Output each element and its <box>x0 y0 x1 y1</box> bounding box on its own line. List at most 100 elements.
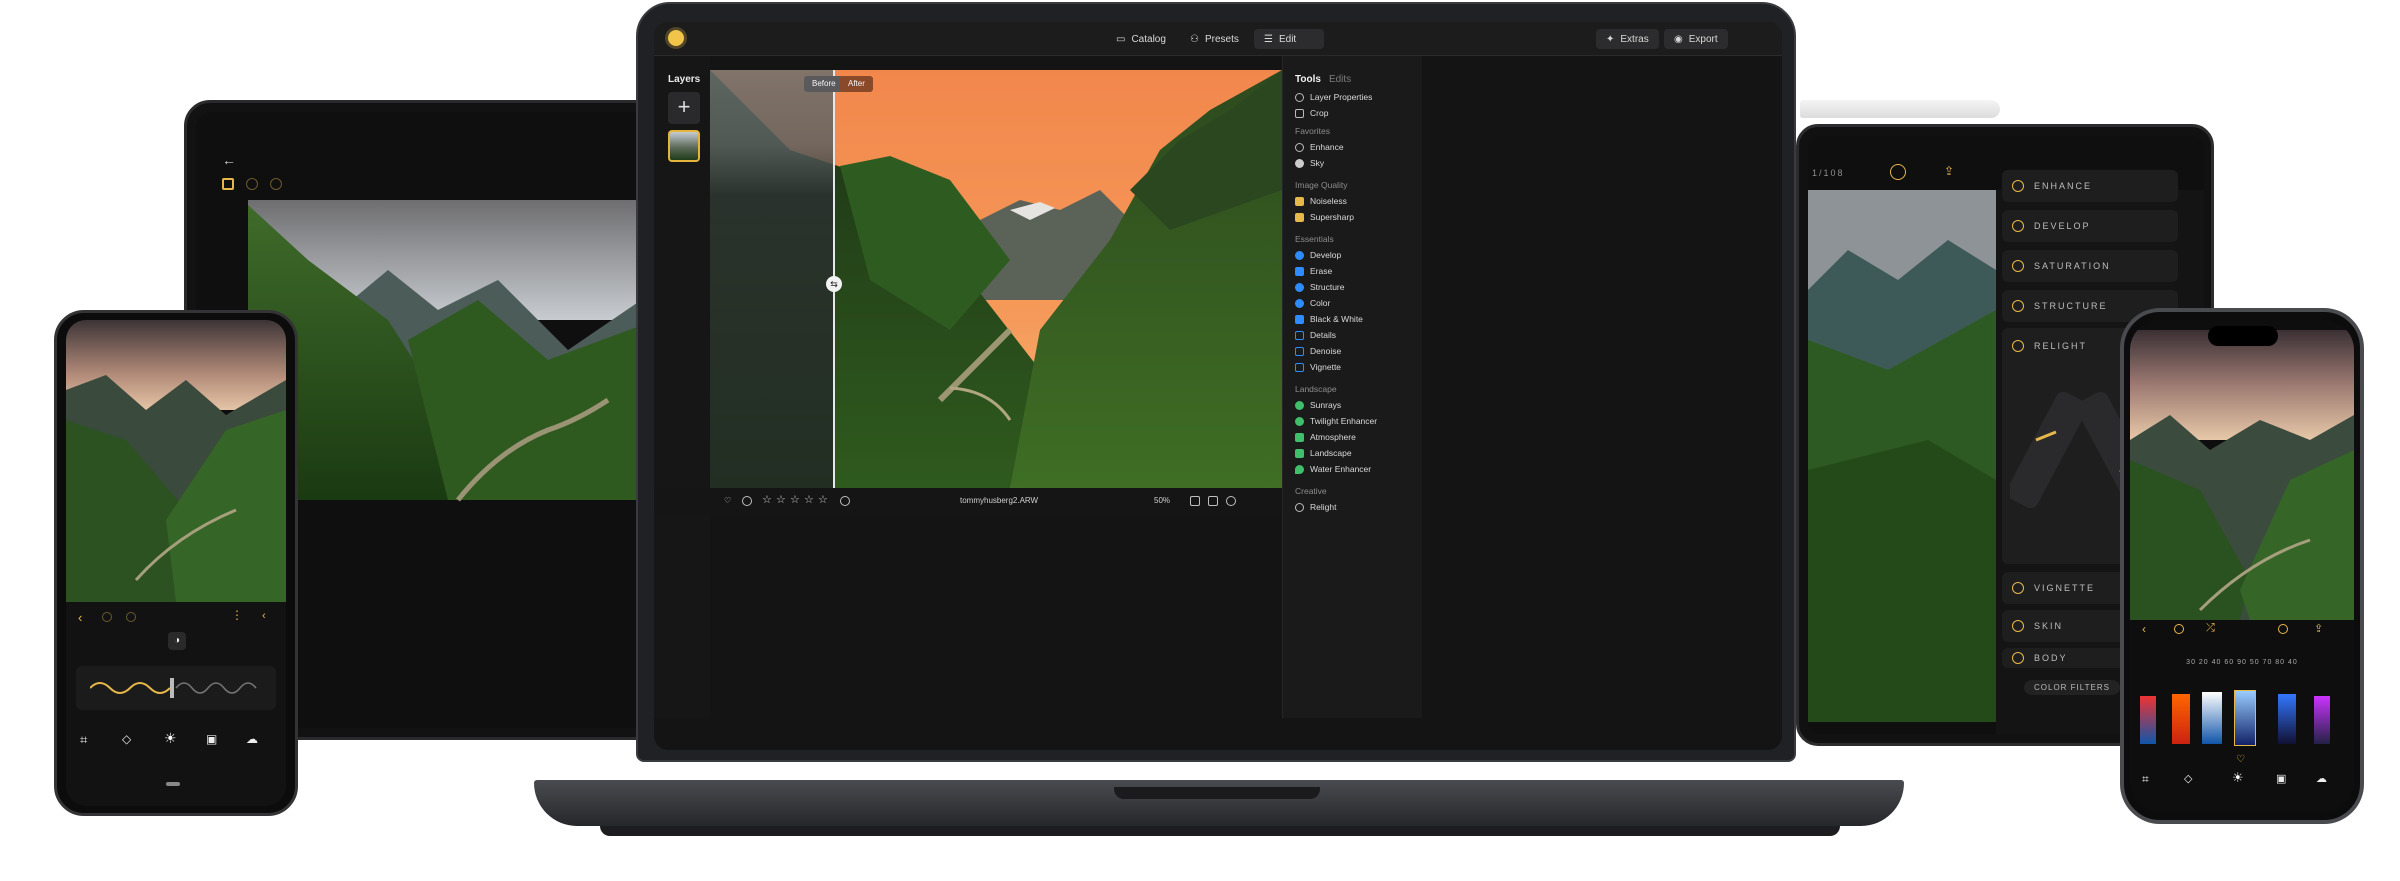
back-chevron-icon[interactable]: ‹ <box>2142 622 2146 636</box>
history-icon[interactable] <box>2174 624 2184 634</box>
tool-denoise[interactable]: Denoise <box>1295 346 1341 356</box>
add-layer-button[interactable]: + <box>668 92 700 124</box>
value-ruler[interactable]: 30 20 40 60 90 50 70 80 40 <box>2140 654 2344 672</box>
tool-crop[interactable]: Crop <box>1295 108 1328 118</box>
cloud-icon[interactable]: ☁ <box>246 732 258 746</box>
tab-edit[interactable]: ☰ Edit <box>1254 29 1324 49</box>
button-label: Extras <box>1620 33 1649 45</box>
tool-supersharp[interactable]: Supersharp <box>1295 212 1354 222</box>
tool-twilight-enhancer[interactable]: Twilight Enhancer <box>1295 416 1377 426</box>
tool-label: Layer Properties <box>1310 92 1373 102</box>
heart-icon[interactable]: ♡ <box>724 496 731 505</box>
filmstrip-icon[interactable] <box>1190 496 1200 506</box>
grid-icon[interactable] <box>222 178 234 190</box>
tool-details[interactable]: Details <box>1295 330 1336 340</box>
filter-carousel[interactable] <box>2138 690 2346 750</box>
tool-noiseless[interactable]: Noiseless <box>1295 196 1347 206</box>
tool-layer-properties[interactable]: Layer Properties <box>1295 92 1372 102</box>
presets-icon: ⚇ <box>1190 33 1199 45</box>
tool-water-enhancer[interactable]: Water Enhancer <box>1295 464 1371 474</box>
after-label[interactable]: After <box>840 76 873 92</box>
redo-icon[interactable] <box>126 612 136 622</box>
tool-landscape[interactable]: Landscape <box>1295 448 1352 458</box>
laptop-notch <box>1114 787 1320 799</box>
eraser-icon[interactable]: ◇ <box>2184 772 2192 785</box>
rating-star-icon[interactable]: ☆ <box>776 493 786 506</box>
export-button[interactable]: ◉ Export <box>1664 29 1728 49</box>
undo-icon[interactable] <box>102 612 112 622</box>
undo-icon[interactable] <box>246 178 258 190</box>
favorite-heart-icon[interactable]: ♡ <box>2236 754 2245 765</box>
color-filters-button[interactable]: COLOR FILTERS <box>2024 680 2120 695</box>
filter-card-selected[interactable] <box>2234 690 2256 746</box>
tool-structure[interactable]: Structure <box>1295 282 1345 292</box>
sun-icon[interactable]: ☀ <box>164 730 177 747</box>
layer-thumbnail[interactable] <box>668 130 700 162</box>
share-icon[interactable]: ⇪ <box>2314 622 2323 635</box>
tool-sky[interactable]: Sky <box>1295 158 1324 168</box>
filter-card[interactable] <box>2278 694 2296 744</box>
main-photo[interactable]: ⇆ Before After <box>710 70 1282 488</box>
compare-view-icon[interactable] <box>1208 496 1218 506</box>
history-icon[interactable] <box>1890 164 1906 180</box>
tab-edits[interactable]: Edits <box>1329 74 1351 85</box>
erase-icon <box>1295 266 1304 276</box>
more-icon[interactable]: ⋮ <box>231 608 243 622</box>
bag-icon[interactable]: ▣ <box>206 732 217 746</box>
rating-star-icon[interactable]: ☆ <box>818 493 828 506</box>
section-title: Favorites <box>1295 126 1330 136</box>
tool-label: Twilight Enhancer <box>1310 416 1378 426</box>
rating-star-icon[interactable]: ☆ <box>762 493 772 506</box>
minus-icon[interactable] <box>2278 624 2288 634</box>
tool-erase[interactable]: Erase <box>1295 266 1332 276</box>
tool-vignette[interactable]: Vignette <box>1295 362 1341 372</box>
app-logo-sun-icon[interactable] <box>668 30 684 46</box>
eye-icon[interactable] <box>1226 496 1236 506</box>
tab-catalog[interactable]: ▭ Catalog <box>1106 29 1176 49</box>
share-icon[interactable]: ⇪ <box>1944 164 1954 178</box>
redo-icon[interactable] <box>270 178 282 190</box>
ipad-tool-enhance[interactable]: ENHANCE <box>2002 170 2178 202</box>
tool-sunrays[interactable]: Sunrays <box>1295 400 1341 410</box>
before-label[interactable]: Before <box>804 76 844 92</box>
back-chevron-icon[interactable]: ‹ <box>78 610 82 625</box>
tool-enhance[interactable]: Enhance <box>1295 142 1344 152</box>
contrast-icon[interactable]: ◑ <box>168 632 186 650</box>
eraser-icon[interactable]: ◇ <box>122 732 131 746</box>
tool-relight[interactable]: Relight <box>1295 502 1336 512</box>
filter-card[interactable] <box>2202 692 2222 744</box>
zoom-level[interactable]: 50% <box>1154 496 1170 505</box>
tool-atmosphere[interactable]: Atmosphere <box>1295 432 1356 442</box>
back-arrow-icon[interactable]: ← <box>222 152 236 168</box>
filter-card[interactable] <box>2172 694 2190 744</box>
compare-handle-icon[interactable]: ⇆ <box>826 276 842 292</box>
rating-star-icon[interactable]: ☆ <box>804 493 814 506</box>
bag-icon[interactable]: ▣ <box>2276 772 2286 785</box>
crop-icon[interactable]: ⌗ <box>80 732 87 748</box>
tool-black-white[interactable]: Black & White <box>1295 314 1363 324</box>
reject-icon[interactable] <box>742 496 752 506</box>
shuffle-icon[interactable]: ⤮ <box>2206 622 2215 635</box>
landscape-icon <box>1295 448 1304 458</box>
extras-button[interactable]: ✦ Extras <box>1596 29 1659 49</box>
black-white-icon <box>1295 314 1304 324</box>
details-icon <box>1295 330 1304 340</box>
tool-label: STRUCTURE <box>2034 301 2108 311</box>
ipad-tool-develop[interactable]: DEVELOP <box>2002 210 2178 242</box>
tool-develop[interactable]: Develop <box>1295 250 1341 260</box>
crop-icon[interactable]: ⌗ <box>2142 772 2149 787</box>
tool-color[interactable]: Color <box>1295 298 1330 308</box>
tool-label: Sky <box>1310 158 1325 168</box>
ipad-tool-saturation[interactable]: SATURATION <box>2002 250 2178 282</box>
sun-icon[interactable]: ☀ <box>2232 770 2244 786</box>
atmosphere-icon <box>1295 432 1304 442</box>
color-label-icon[interactable] <box>840 496 850 506</box>
filter-card[interactable] <box>2314 696 2330 744</box>
rating-star-icon[interactable]: ☆ <box>790 493 800 506</box>
share-icon[interactable]: ‹ <box>262 610 266 622</box>
tab-presets[interactable]: ⚇ Presets <box>1180 29 1249 49</box>
section-title: Creative <box>1295 486 1327 496</box>
cloud-icon[interactable]: ☁ <box>2316 772 2327 785</box>
filter-card[interactable] <box>2140 696 2156 744</box>
tab-tools[interactable]: Tools <box>1295 74 1321 85</box>
